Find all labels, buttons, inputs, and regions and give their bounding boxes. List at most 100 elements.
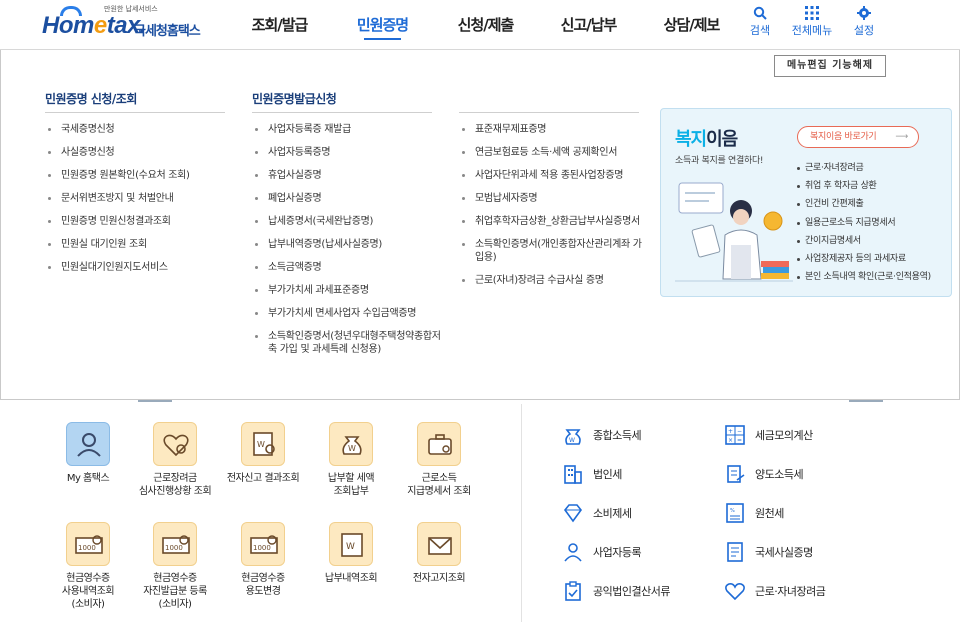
welfare-link[interactable]: 일용근로소득 지급명세서 xyxy=(797,214,931,232)
column-title: 민원증명발급신청 xyxy=(252,92,337,106)
user-icon xyxy=(66,422,110,466)
menu-item[interactable]: 사업자등록증명 xyxy=(252,146,447,159)
logo-subtitle: 국세청홈택스 xyxy=(134,24,201,39)
menu-item[interactable]: 사업자등록증 재발급 xyxy=(252,123,447,136)
tax-corporate[interactable]: 법인세 xyxy=(562,463,622,485)
welfare-link[interactable]: 본인 소득내역 확인(근로·인적용역) xyxy=(797,268,931,286)
quick-services-section: My 홈택스 근로장려금 심사진행상황 조회 W 전자신고 결과조회 W 납부할… xyxy=(0,400,960,622)
welfare-links: 근로·자녀장려금 취업 후 학자금 상환 인건비 간편제출 일용근로소득 지급명… xyxy=(797,159,931,286)
menu-item[interactable]: 소득확인증명서(개인종합자산관리계좌 가입용) xyxy=(459,238,649,264)
menu-item[interactable]: 문서위변조방지 및 처벌안내 xyxy=(45,192,230,205)
menu-item[interactable]: 연금보험료등 소득·세액 공제확인서 xyxy=(459,146,649,159)
menu-item[interactable]: 국세증명신청 xyxy=(45,123,230,136)
menu-item[interactable]: 취업후학자금상환_상환금납부사실증명서 xyxy=(459,215,649,228)
nav-civil-certificate[interactable]: 민원증명 xyxy=(331,0,434,50)
service-earned-income-statement[interactable]: 근로소득 지급명세서 조회 xyxy=(394,422,484,498)
grid-icon xyxy=(784,6,840,22)
welfare-shortcut-button[interactable]: 복지이음 바로가기 ⟶ xyxy=(797,126,919,148)
menu-item[interactable]: 소득확인증명서(청년우대형주택청약종합저축 가입 및 과세특례 신청용) xyxy=(252,330,447,356)
tax-withholding[interactable]: % 원천세 xyxy=(724,502,784,524)
menu-item[interactable]: 민원실대기인원지도서비스 xyxy=(45,261,230,274)
search-button[interactable]: 검색 xyxy=(736,6,784,38)
menu-item[interactable]: 민원증명 민원신청결과조회 xyxy=(45,215,230,228)
menu-item[interactable]: 소득금액증명 xyxy=(252,261,447,274)
main-nav: 조회/발급 민원증명 신청/제출 신고/납부 상담/제보 xyxy=(228,0,743,50)
briefcase-icon xyxy=(417,422,461,466)
menu-edit-toggle-button[interactable]: 메뉴편집 기능해제 xyxy=(774,55,886,77)
receipt-register-icon: 1000 xyxy=(153,522,197,566)
service-label: 현금영수증 사용내역조회 (소비자) xyxy=(61,573,115,610)
menu-column-certificate-inquiry: 민원증명 신청/조회 국세증명신청 사실증명신청 민원증명 원본확인(수요처 조… xyxy=(45,90,230,284)
menu-item[interactable]: 부가가치세 과세표준증명 xyxy=(252,284,447,297)
service-cash-receipt-change[interactable]: 1000 현금영수증 용도변경 xyxy=(218,522,308,598)
menu-item[interactable]: 휴업사실증명 xyxy=(252,169,447,182)
menu-item[interactable]: 근로(자녀)장려금 수급사실 증명 xyxy=(459,274,649,287)
section-tab-marker xyxy=(138,400,172,402)
tax-capital-gains[interactable]: 양도소득세 xyxy=(724,463,804,485)
menu-item[interactable]: 모범납세자증명 xyxy=(459,192,649,205)
svg-text:1000: 1000 xyxy=(253,544,271,552)
welfare-link[interactable]: 취업 후 학자금 상환 xyxy=(797,177,931,195)
tax-simulation[interactable]: + − × = 세금모의계산 xyxy=(724,424,813,446)
service-tax-payment[interactable]: W 납부할 세액 조회납부 xyxy=(306,422,396,498)
nav-consult[interactable]: 상담/제보 xyxy=(640,0,743,50)
svg-text:×: × xyxy=(728,437,733,444)
menu-item[interactable]: 사실증명신청 xyxy=(45,146,230,159)
person-icon xyxy=(564,543,582,562)
diamond-icon xyxy=(563,504,583,523)
menu-item[interactable]: 민원실 대기인원 조회 xyxy=(45,238,230,251)
service-label: 현금영수증 용도변경 xyxy=(241,573,285,597)
service-cash-receipt-usage[interactable]: 1000 현금영수증 사용내역조회 (소비자) xyxy=(43,522,133,611)
service-e-notice[interactable]: 전자고지조회 xyxy=(394,522,484,585)
nav-application[interactable]: 신청/제출 xyxy=(434,0,537,50)
service-efiling-result[interactable]: W 전자신고 결과조회 xyxy=(218,422,308,485)
welfare-link[interactable]: 근로·자녀장려금 xyxy=(797,159,931,177)
tax-business-registration[interactable]: 사업자등록 xyxy=(562,541,642,563)
service-my-hometax[interactable]: My 홈택스 xyxy=(43,422,133,485)
building-icon xyxy=(564,465,582,484)
money-bag-icon: W xyxy=(329,422,373,466)
welfare-link[interactable]: 간이지급명세서 xyxy=(797,232,931,250)
tax-earned-child-credit[interactable]: 근로·자녀장려금 xyxy=(724,580,826,602)
divider xyxy=(45,112,225,113)
svg-text:W: W xyxy=(348,444,356,453)
search-icon xyxy=(736,6,784,22)
svg-text:−: − xyxy=(737,428,742,435)
heart-icon xyxy=(725,583,745,601)
menu-item[interactable]: 납부내역증명(납세사실증명) xyxy=(252,238,447,251)
logo-brand: Hometax. xyxy=(42,12,147,39)
welfare-link[interactable]: 인건비 간편제출 xyxy=(797,195,931,213)
service-cash-receipt-register[interactable]: 1000 현금영수증 자진발급분 등록 (소비자) xyxy=(130,522,220,611)
tax-global-income[interactable]: W 종합소득세 xyxy=(562,424,642,446)
payment-history-icon: W xyxy=(329,522,373,566)
service-label: 전자고지조회 xyxy=(412,573,466,584)
column-title: 민원증명 신청/조회 xyxy=(45,92,137,106)
menu-column-certificate-issue-more: 표준재무제표증명 연금보험료등 소득·세액 공제확인서 사업자단위과세 적용 종… xyxy=(459,112,649,297)
welfare-link[interactable]: 사업장제공자 등의 과세자료 xyxy=(797,250,931,268)
tax-consumption[interactable]: 소비제세 xyxy=(562,502,632,524)
heart-magnifier-icon xyxy=(153,422,197,466)
service-payment-history[interactable]: W 납부내역조회 xyxy=(306,522,396,585)
utility-menu: 검색 전체메뉴 설정 xyxy=(736,6,888,38)
person-with-tablet-illustration-icon xyxy=(675,182,793,282)
envelope-icon xyxy=(417,522,461,566)
menu-column-certificate-issue: 민원증명발급신청 사업자등록증 재발급 사업자등록증명 휴업사실증명 폐업사실증… xyxy=(252,90,447,366)
menu-item[interactable]: 폐업사실증명 xyxy=(252,192,447,205)
service-label: My 홈택스 xyxy=(66,473,110,484)
menu-item[interactable]: 납세증명서(국세완납증명) xyxy=(252,215,447,228)
menu-item[interactable]: 표준재무제표증명 xyxy=(459,123,649,136)
nav-inquiry[interactable]: 조회/발급 xyxy=(228,0,331,50)
menu-item[interactable]: 민원증명 원본확인(수요처 조회) xyxy=(45,169,230,182)
tax-fact-certificate[interactable]: 국세사실증명 xyxy=(724,541,813,563)
all-menu-button[interactable]: 전체메뉴 xyxy=(784,6,840,38)
menu-item[interactable]: 사업자단위과세 적용 종된사업장증명 xyxy=(459,169,649,182)
menu-item[interactable]: 부가가치세 면세사업자 수입금액증명 xyxy=(252,307,447,320)
hometax-logo[interactable]: 만원한 납세서비스 Hometax. 국세청홈택스 xyxy=(42,4,212,44)
tax-public-corp-settlement[interactable]: 공익법인결산서류 xyxy=(562,580,670,602)
document-search-icon: W xyxy=(241,422,285,466)
service-label: 납부내역조회 xyxy=(324,573,378,584)
settings-button[interactable]: 설정 xyxy=(840,6,888,38)
nav-report-payment[interactable]: 신고/납부 xyxy=(537,0,640,50)
svg-text:+: + xyxy=(728,428,733,435)
service-earned-income-credit-status[interactable]: 근로장려금 심사진행상황 조회 xyxy=(130,422,220,498)
